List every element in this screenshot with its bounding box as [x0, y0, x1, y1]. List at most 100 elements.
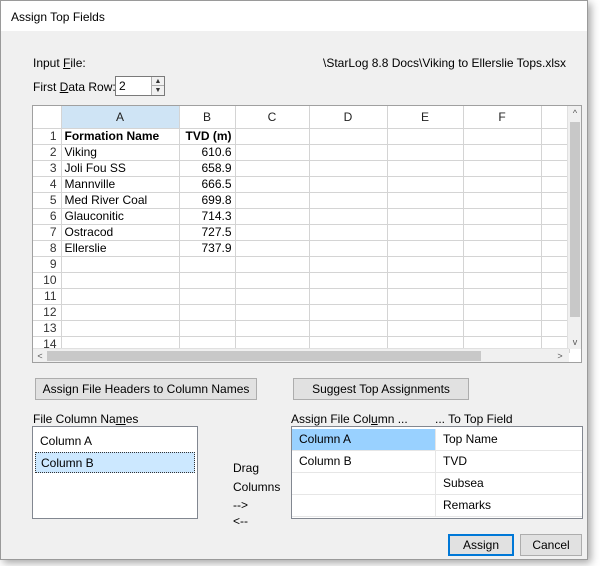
- cell-e[interactable]: [387, 128, 464, 145]
- cell-f[interactable]: [463, 176, 542, 193]
- cell-d[interactable]: [309, 224, 388, 241]
- cell-c[interactable]: [235, 176, 310, 193]
- cell-f[interactable]: [463, 160, 542, 177]
- cell-g[interactable]: [541, 208, 570, 225]
- assigned-file-column[interactable]: [292, 473, 436, 494]
- cell-e[interactable]: [387, 256, 464, 273]
- cell-g[interactable]: [541, 240, 570, 257]
- cell-b[interactable]: 699.8: [179, 192, 236, 209]
- table-row[interactable]: Column A Top Name: [292, 429, 582, 451]
- cell-d[interactable]: [309, 208, 388, 225]
- list-item[interactable]: Column A: [35, 431, 195, 452]
- table-row[interactable]: Subsea: [292, 473, 582, 495]
- row-header[interactable]: 4: [33, 176, 62, 193]
- cell-d[interactable]: [309, 160, 388, 177]
- cell-c[interactable]: [235, 256, 310, 273]
- list-item[interactable]: Column B: [35, 452, 195, 473]
- assigned-file-column[interactable]: Column A: [292, 429, 436, 450]
- cell-d[interactable]: [309, 192, 388, 209]
- scroll-up-icon[interactable]: ^: [568, 106, 581, 120]
- row-header[interactable]: 3: [33, 160, 62, 177]
- cell-e[interactable]: [387, 224, 464, 241]
- horizontal-scrollbar[interactable]: < >: [33, 348, 569, 362]
- cell-a[interactable]: Joli Fou SS: [61, 160, 180, 177]
- cell-g[interactable]: [541, 128, 570, 145]
- cell-g[interactable]: [541, 288, 570, 305]
- cell-a[interactable]: Mannville: [61, 176, 180, 193]
- cell-e[interactable]: [387, 320, 464, 337]
- cell-g[interactable]: [541, 160, 570, 177]
- table-row[interactable]: Remarks: [292, 495, 582, 517]
- row-header[interactable]: 5: [33, 192, 62, 209]
- column-header-g[interactable]: [541, 106, 570, 129]
- cell-b[interactable]: 714.3: [179, 208, 236, 225]
- row-header[interactable]: 2: [33, 144, 62, 161]
- cell-b[interactable]: [179, 288, 236, 305]
- cell-c[interactable]: [235, 192, 310, 209]
- cell-c[interactable]: [235, 304, 310, 321]
- row-header[interactable]: 9: [33, 256, 62, 273]
- row-header[interactable]: 7: [33, 224, 62, 241]
- scroll-right-icon[interactable]: >: [553, 349, 567, 362]
- row-header[interactable]: 13: [33, 320, 62, 337]
- cell-b[interactable]: [179, 256, 236, 273]
- column-header-a[interactable]: A: [61, 106, 180, 129]
- column-header-b[interactable]: B: [179, 106, 236, 129]
- cell-a[interactable]: [61, 320, 180, 337]
- cell-d[interactable]: [309, 256, 388, 273]
- stepper-up-icon[interactable]: ▲: [152, 77, 164, 86]
- first-data-row-stepper[interactable]: 2 ▲ ▼: [115, 76, 165, 96]
- cell-a[interactable]: Ellerslie: [61, 240, 180, 257]
- cell-d[interactable]: [309, 272, 388, 289]
- cell-d[interactable]: [309, 144, 388, 161]
- column-header-e[interactable]: E: [387, 106, 464, 129]
- row-header[interactable]: 1: [33, 128, 62, 145]
- cell-b[interactable]: [179, 304, 236, 321]
- vertical-scrollbar[interactable]: ^ v: [567, 106, 581, 349]
- cell-b[interactable]: [179, 320, 236, 337]
- cell-c[interactable]: [235, 160, 310, 177]
- cell-a[interactable]: [61, 288, 180, 305]
- assigned-file-column[interactable]: [292, 495, 436, 516]
- cell-d[interactable]: [309, 128, 388, 145]
- cell-b[interactable]: 658.9: [179, 160, 236, 177]
- horizontal-scroll-thumb[interactable]: [47, 351, 481, 361]
- cell-a[interactable]: [61, 272, 180, 289]
- cell-e[interactable]: [387, 288, 464, 305]
- cell-c[interactable]: [235, 208, 310, 225]
- cell-b[interactable]: 737.9: [179, 240, 236, 257]
- cell-g[interactable]: [541, 256, 570, 273]
- cell-f[interactable]: [463, 304, 542, 321]
- cell-g[interactable]: [541, 224, 570, 241]
- cell-e[interactable]: [387, 304, 464, 321]
- file-column-names-list[interactable]: Column A Column B: [32, 426, 198, 519]
- assign-button[interactable]: Assign: [448, 534, 514, 556]
- cell-f[interactable]: [463, 192, 542, 209]
- cell-e[interactable]: [387, 240, 464, 257]
- cell-a[interactable]: [61, 304, 180, 321]
- cell-e[interactable]: [387, 144, 464, 161]
- cell-e[interactable]: [387, 192, 464, 209]
- cell-e[interactable]: [387, 160, 464, 177]
- cell-g[interactable]: [541, 176, 570, 193]
- cell-b[interactable]: TVD (m): [179, 128, 236, 145]
- cell-g[interactable]: [541, 192, 570, 209]
- cell-d[interactable]: [309, 176, 388, 193]
- cell-c[interactable]: [235, 288, 310, 305]
- cell-b[interactable]: 610.6: [179, 144, 236, 161]
- cell-a[interactable]: Med River Coal: [61, 192, 180, 209]
- cell-e[interactable]: [387, 176, 464, 193]
- column-header-f[interactable]: F: [463, 106, 542, 129]
- cell-d[interactable]: [309, 304, 388, 321]
- scroll-down-icon[interactable]: v: [568, 335, 581, 349]
- cell-b[interactable]: [179, 272, 236, 289]
- cell-a[interactable]: Glauconitic: [61, 208, 180, 225]
- stepper-down-icon[interactable]: ▼: [152, 86, 164, 95]
- cell-g[interactable]: [541, 320, 570, 337]
- row-header[interactable]: 10: [33, 272, 62, 289]
- cell-b[interactable]: 666.5: [179, 176, 236, 193]
- cell-e[interactable]: [387, 272, 464, 289]
- cell-f[interactable]: [463, 224, 542, 241]
- corner-cell[interactable]: [33, 106, 62, 129]
- column-header-d[interactable]: D: [309, 106, 388, 129]
